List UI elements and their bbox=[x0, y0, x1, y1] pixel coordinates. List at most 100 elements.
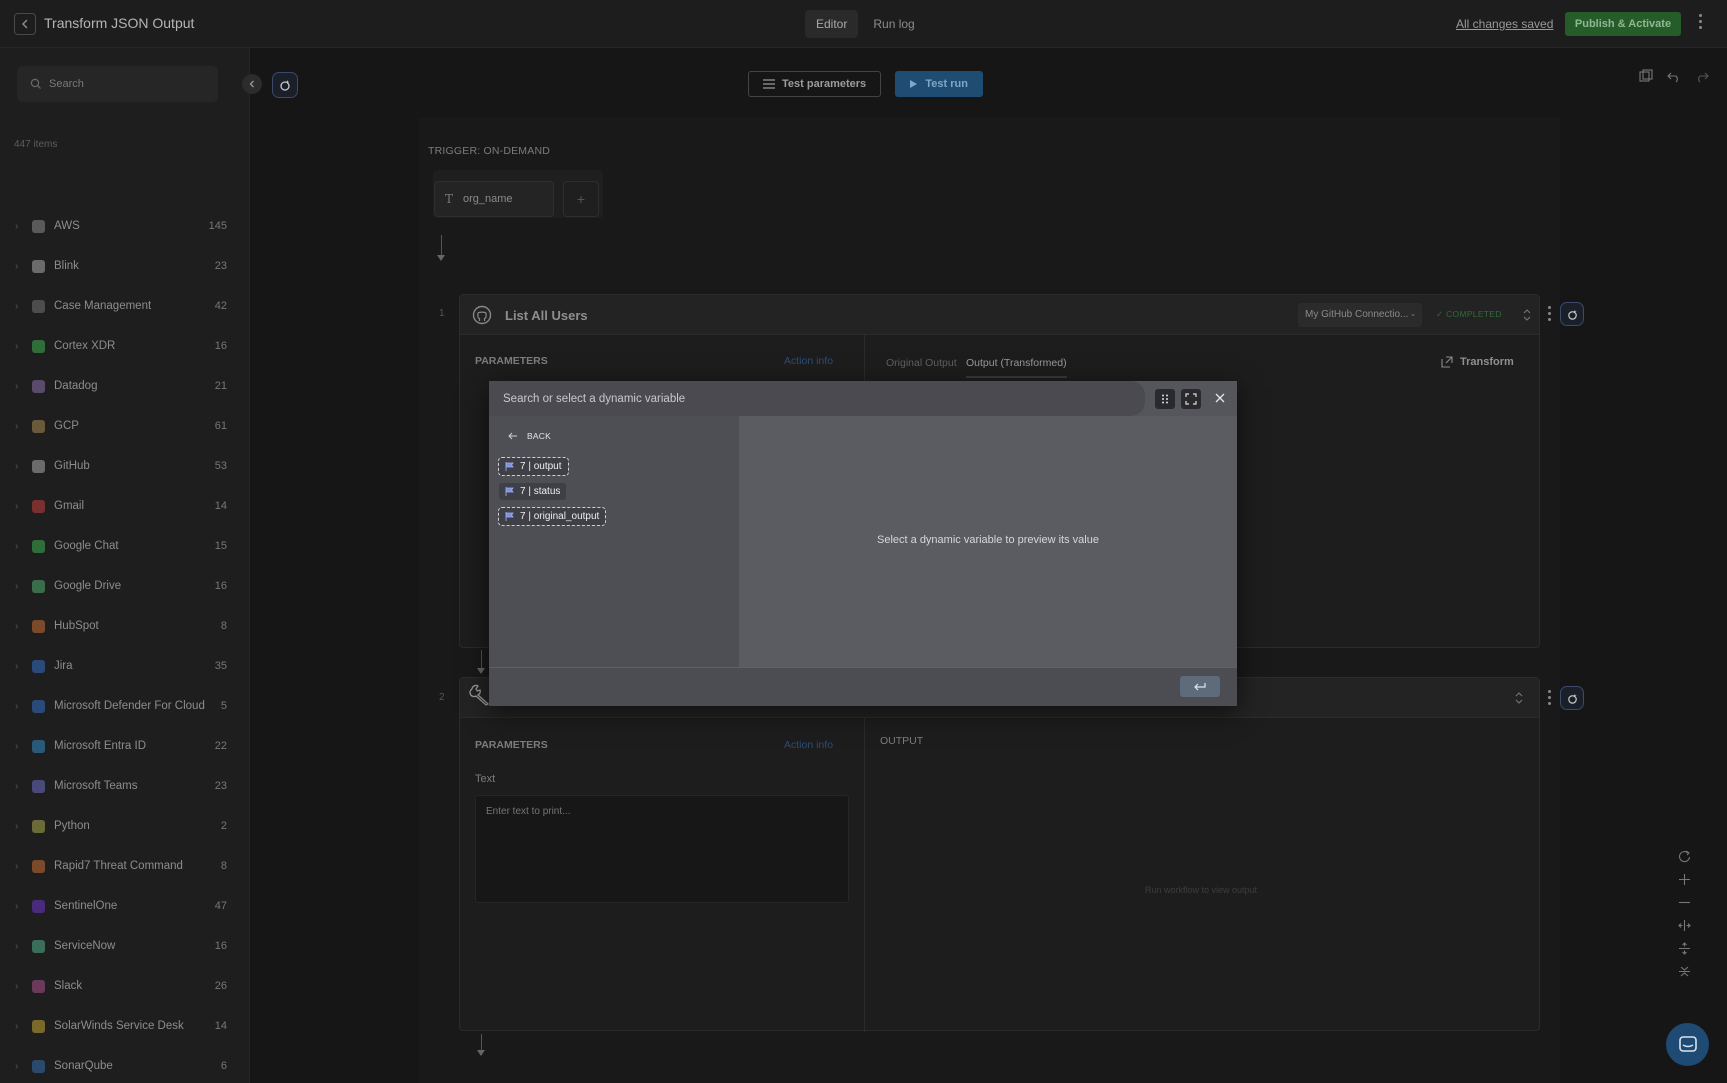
sidebar-item-count: 145 bbox=[208, 220, 227, 232]
back-link[interactable]: BACK bbox=[508, 431, 551, 441]
fullscreen-icon bbox=[1185, 393, 1197, 405]
saved-status-link[interactable]: All changes saved bbox=[1456, 17, 1553, 31]
action-info-link[interactable]: Action info bbox=[784, 355, 833, 367]
connector-arrow bbox=[477, 668, 485, 674]
publish-activate-button[interactable]: Publish & Activate bbox=[1565, 12, 1681, 36]
collapse-sidebar-button[interactable] bbox=[242, 74, 262, 94]
sidebar-item-datadog[interactable]: › Datadog 21 bbox=[0, 366, 249, 406]
drag-handle-button[interactable] bbox=[1155, 389, 1175, 409]
sidebar-item-label: Jira bbox=[54, 660, 73, 672]
test-run-button[interactable]: Test run bbox=[895, 71, 984, 97]
variable-list-pane: BACK 7 | output 7 | status 7 | original_… bbox=[489, 416, 739, 667]
step-menu-icon[interactable] bbox=[1546, 306, 1552, 322]
insert-variable-button[interactable] bbox=[1180, 676, 1220, 697]
ai-assistant-button[interactable] bbox=[272, 72, 298, 98]
test-parameters-button[interactable]: Test parameters bbox=[748, 71, 882, 97]
sidebar-item-python[interactable]: › Python 2 bbox=[0, 806, 249, 846]
sidebar-item-sonarqube[interactable]: › SonarQube 6 bbox=[0, 1046, 249, 1083]
variable-chip-status[interactable]: 7 | status bbox=[499, 483, 567, 500]
sidebar-item-microsoft-teams[interactable]: › Microsoft Teams 23 bbox=[0, 766, 249, 806]
sidebar-item-label: AWS bbox=[54, 220, 80, 232]
copy-icon[interactable] bbox=[1636, 66, 1656, 86]
sidebar-item-count: 8 bbox=[220, 860, 227, 872]
integration-logo-icon bbox=[32, 499, 45, 513]
sidebar-item-label: Slack bbox=[54, 980, 83, 992]
step-ai-button[interactable] bbox=[1560, 686, 1584, 710]
sidebar-item-label: Microsoft Teams bbox=[54, 780, 138, 792]
collapse-all-icon[interactable] bbox=[1676, 960, 1692, 983]
step-menu-icon[interactable] bbox=[1546, 690, 1552, 706]
sidebar-item-count: 23 bbox=[214, 260, 227, 272]
preview-hint: Select a dynamic variable to preview its… bbox=[877, 534, 1099, 546]
transform-button[interactable]: Transform bbox=[1441, 356, 1514, 368]
fit-horizontal-icon[interactable] bbox=[1676, 914, 1692, 937]
sidebar-item-servicenow[interactable]: › ServiceNow 16 bbox=[0, 926, 249, 966]
trigger-param-chip[interactable]: T org_name bbox=[434, 181, 554, 217]
add-param-button[interactable]: + bbox=[563, 181, 599, 217]
reset-view-icon[interactable] bbox=[1676, 845, 1692, 868]
sidebar-search-input[interactable] bbox=[49, 66, 209, 102]
sidebar-item-case-management[interactable]: › Case Management 42 bbox=[0, 286, 249, 326]
sidebar-item-blink[interactable]: › Blink 23 bbox=[0, 246, 249, 286]
sidebar-item-microsoft-entra-id[interactable]: › Microsoft Entra ID 22 bbox=[0, 726, 249, 766]
connection-select[interactable]: My GitHub Connectio... ⌄ bbox=[1298, 303, 1422, 327]
integration-logo-icon bbox=[32, 419, 45, 433]
variable-chip-output[interactable]: 7 | output bbox=[498, 457, 569, 476]
integration-logo-icon bbox=[32, 579, 45, 593]
variable-search-input[interactable] bbox=[503, 381, 1123, 416]
step-title: List All Users bbox=[505, 308, 588, 323]
integration-logo-icon bbox=[32, 819, 45, 833]
sidebar-item-aws[interactable]: › AWS 145 bbox=[0, 206, 249, 246]
close-icon[interactable] bbox=[1213, 391, 1227, 405]
sidebar-item-gmail[interactable]: › Gmail 14 bbox=[0, 486, 249, 526]
action-info-link[interactable]: Action info bbox=[784, 739, 833, 751]
sidebar-item-sentinelone[interactable]: › SentinelOne 47 bbox=[0, 886, 249, 926]
zoom-out-icon[interactable] bbox=[1676, 891, 1692, 914]
sidebar-item-count: 61 bbox=[214, 420, 227, 432]
zoom-in-icon[interactable] bbox=[1676, 868, 1692, 891]
sidebar-item-github[interactable]: › GitHub 53 bbox=[0, 446, 249, 486]
sidebar-item-jira[interactable]: › Jira 35 bbox=[0, 646, 249, 686]
variable-chip-original-output[interactable]: 7 | original_output bbox=[497, 507, 607, 526]
sidebar-item-count: 14 bbox=[214, 1020, 227, 1032]
sidebar-item-solarwinds-service-desk[interactable]: › SolarWinds Service Desk 14 bbox=[0, 1006, 249, 1046]
sidebar-item-hubspot[interactable]: › HubSpot 8 bbox=[0, 606, 249, 646]
tab-transformed-output[interactable]: Output (Transformed) bbox=[966, 357, 1067, 378]
test-run-label: Test run bbox=[925, 78, 968, 90]
sidebar-item-count: 16 bbox=[214, 580, 227, 592]
fit-vertical-icon[interactable] bbox=[1676, 937, 1692, 960]
tab-original-output[interactable]: Original Output bbox=[886, 357, 957, 369]
chat-support-button[interactable] bbox=[1666, 1023, 1709, 1066]
sidebar-item-gcp[interactable]: › GCP 61 bbox=[0, 406, 249, 446]
sidebar-item-cortex-xdr[interactable]: › Cortex XDR 16 bbox=[0, 326, 249, 366]
chevron-right-icon: › bbox=[15, 980, 19, 992]
sidebar-item-rapid7-threat-command[interactable]: › Rapid7 Threat Command 8 bbox=[0, 846, 249, 886]
sidebar-item-microsoft-defender-for-cloud[interactable]: › Microsoft Defender For Cloud 5 bbox=[0, 686, 249, 726]
back-button[interactable] bbox=[14, 13, 36, 35]
step-header[interactable]: List All Users My GitHub Connectio... ⌄ ✓… bbox=[460, 295, 1539, 335]
redo-icon[interactable] bbox=[1692, 66, 1712, 86]
tab-editor[interactable]: Editor bbox=[805, 10, 859, 38]
integration-logo-icon bbox=[32, 739, 45, 753]
sidebar-item-label: GitHub bbox=[54, 460, 90, 472]
sidebar-item-count: 2 bbox=[220, 820, 227, 832]
expand-collapse-icon[interactable] bbox=[1522, 308, 1532, 322]
undo-icon[interactable] bbox=[1664, 66, 1684, 86]
step-ai-button[interactable] bbox=[1560, 302, 1584, 326]
sidebar-item-label: Cortex XDR bbox=[54, 340, 116, 352]
sidebar-item-google-chat[interactable]: › Google Chat 15 bbox=[0, 526, 249, 566]
text-type-icon: T bbox=[445, 192, 454, 206]
chevron-right-icon: › bbox=[15, 780, 19, 792]
sidebar-item-slack[interactable]: › Slack 26 bbox=[0, 966, 249, 1006]
expand-collapse-icon[interactable] bbox=[1514, 691, 1524, 705]
variable-preview-pane: Select a dynamic variable to preview its… bbox=[739, 416, 1237, 667]
more-options-icon[interactable] bbox=[1697, 14, 1703, 34]
transform-icon bbox=[1441, 356, 1453, 368]
back-label: BACK bbox=[527, 431, 551, 441]
sidebar-item-label: SonarQube bbox=[54, 1060, 113, 1072]
fullscreen-button[interactable] bbox=[1181, 389, 1201, 409]
sidebar-item-google-drive[interactable]: › Google Drive 16 bbox=[0, 566, 249, 606]
tab-run-log[interactable]: Run log bbox=[862, 10, 925, 38]
chevron-right-icon: › bbox=[15, 700, 19, 712]
text-input[interactable] bbox=[475, 795, 849, 903]
